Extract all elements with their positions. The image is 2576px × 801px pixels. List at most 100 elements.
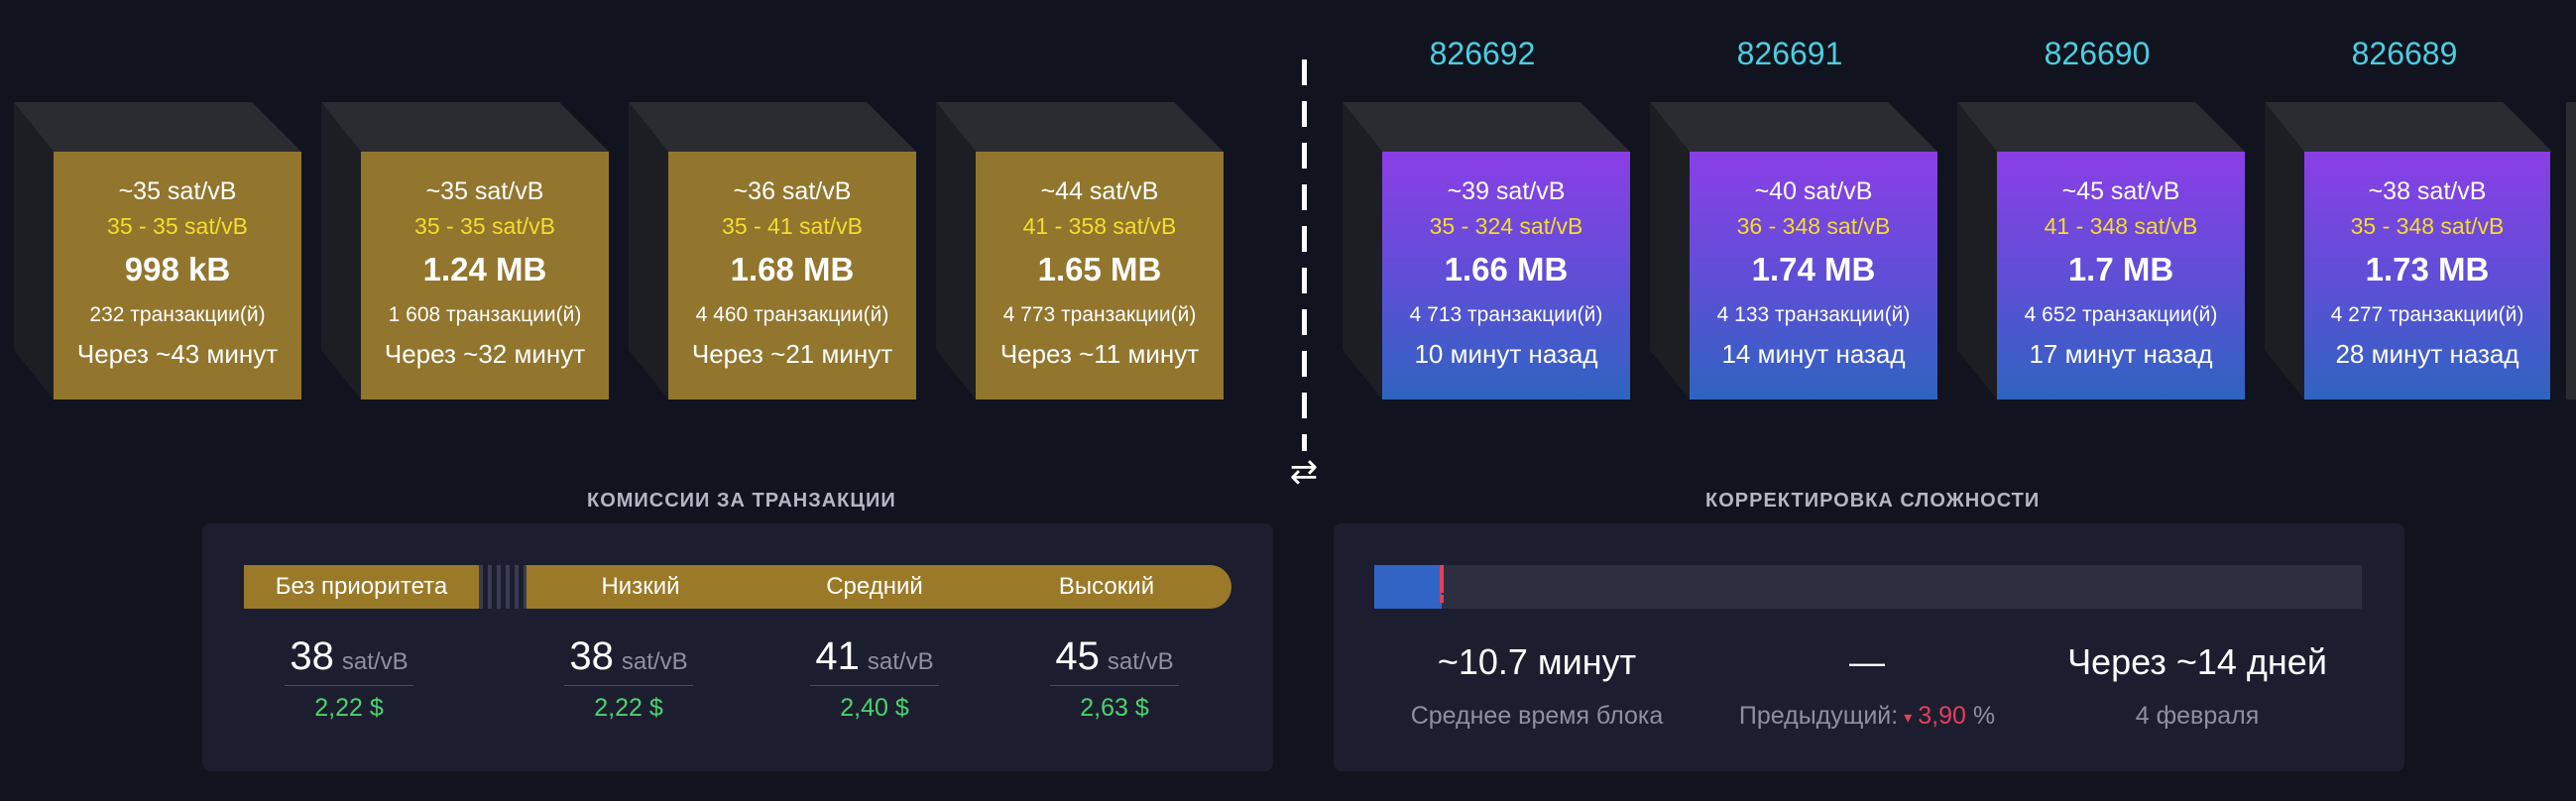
block-size: 1.68 MB bbox=[730, 251, 855, 287]
fee-label-low: Низкий bbox=[601, 573, 680, 600]
block-tx-count: 4 713 транзакции(й) bbox=[1409, 303, 1603, 326]
mined-block[interactable]: ~40 sat/vB 36 - 348 sat/vB 1.74 MB 4 133… bbox=[1650, 102, 1937, 400]
block-side-face bbox=[2265, 102, 2304, 400]
block-top-face bbox=[1957, 102, 2245, 152]
block-median-fee: ~44 sat/vB bbox=[1040, 177, 1159, 205]
block-tx-count: 1 608 транзакции(й) bbox=[388, 303, 582, 326]
fee-rate-value: 41 bbox=[815, 634, 860, 678]
previous-change-value: 3,90 bbox=[1918, 702, 1966, 730]
avg-block-time-stat: ~10.7 минут Среднее время блока bbox=[1378, 634, 1696, 731]
mined-block[interactable]: ~45 sat/vB 41 - 348 sat/vB 1.7 MB 4 652 … bbox=[1957, 102, 2245, 400]
block-median-fee: ~36 sat/vB bbox=[733, 177, 852, 205]
caret-down-icon: ▾ bbox=[1904, 707, 1913, 727]
block-fee-range: 35 - 324 sat/vB bbox=[1429, 213, 1583, 239]
block-front-face: ~38 sat/vB 35 - 348 sat/vB 1.73 MB 4 277… bbox=[2304, 152, 2550, 400]
fee-rate: 38 sat/vB bbox=[285, 634, 413, 686]
mempool-block[interactable]: ~36 sat/vB 35 - 41 sat/vB 1.68 MB 4 460 … bbox=[629, 102, 916, 400]
block-top-face bbox=[14, 102, 301, 152]
swap-arrows-icon[interactable]: ⇄ bbox=[1287, 454, 1321, 490]
block-fee-range: 35 - 35 sat/vB bbox=[414, 213, 555, 239]
block-height-link[interactable]: 826692 bbox=[1358, 36, 1606, 72]
previous-change: Предыдущий: ▾ 3,90 % bbox=[1708, 702, 2026, 731]
block-side-face bbox=[936, 102, 976, 400]
block-side-face bbox=[1343, 102, 1382, 400]
block-side-face bbox=[321, 102, 361, 400]
block-front-face: ~40 sat/vB 36 - 348 sat/vB 1.74 MB 4 133… bbox=[1690, 152, 1937, 400]
mempool-blockchain-divider bbox=[1302, 59, 1307, 451]
block-eta: Через ~21 минут bbox=[691, 339, 893, 369]
mempool-block[interactable]: ~44 sat/vB 41 - 358 sat/vB 1.65 MB 4 773… bbox=[936, 102, 1224, 400]
block-fee-range: 35 - 41 sat/vB bbox=[722, 213, 863, 239]
block-size: 1.74 MB bbox=[1751, 251, 1876, 287]
previous-change-label: Предыдущий: bbox=[1738, 702, 1899, 730]
difficulty-progress-bar bbox=[1374, 565, 2362, 609]
fee-usd: 2,22 $ bbox=[314, 694, 384, 722]
block-top-face bbox=[629, 102, 916, 152]
block-tx-count: 4 133 транзакции(й) bbox=[1716, 303, 1911, 326]
fee-rate-value: 45 bbox=[1055, 634, 1100, 678]
block-fee-range: 35 - 348 sat/vB bbox=[2350, 213, 2505, 239]
block-height-link[interactable]: 826689 bbox=[2281, 36, 2528, 72]
fee-rate-unit: sat/vB bbox=[341, 648, 409, 675]
difficulty-change-value: — bbox=[1849, 641, 1885, 682]
block-fee-range: 35 - 35 sat/vB bbox=[107, 213, 248, 239]
avg-block-time-value: ~10.7 минут bbox=[1437, 641, 1637, 682]
fee-rate: 38 sat/vB bbox=[564, 634, 693, 686]
block-top-face bbox=[936, 102, 1224, 152]
fee-estimate-low: 38 sat/vB 2,22 $ bbox=[529, 634, 728, 723]
fees-section-title: КОМИССИИ ЗА ТРАНЗАКЦИИ bbox=[587, 490, 896, 512]
block-side-face bbox=[14, 102, 54, 400]
fee-rate-unit: sat/vB bbox=[867, 648, 934, 675]
fee-label-medium: Средний bbox=[826, 573, 923, 600]
block-tx-count: 4 773 транзакции(й) bbox=[1002, 303, 1197, 326]
block-size: 1.7 MB bbox=[2067, 251, 2174, 287]
next-adjustment-stat: Через ~14 дней 4 февраля bbox=[2039, 634, 2356, 731]
fee-usd: 2,63 $ bbox=[1080, 694, 1149, 722]
difficulty-expected-marker bbox=[1439, 565, 1444, 593]
fee-estimate-no-priority: 38 sat/vB 2,22 $ bbox=[250, 634, 448, 723]
block-tx-count: 232 транзакции(й) bbox=[89, 303, 266, 326]
mempool-block[interactable]: ~35 sat/vB 35 - 35 sat/vB 998 kB 232 тра… bbox=[14, 102, 301, 400]
block-front-face: ~35 sat/vB 35 - 35 sat/vB 998 kB 232 тра… bbox=[54, 152, 301, 400]
mined-block[interactable]: ~39 sat/vB 35 - 324 sat/vB 1.66 MB 4 713… bbox=[1343, 102, 1630, 400]
fee-rate: 41 sat/vB bbox=[810, 634, 939, 686]
fee-segment-no-priority: Без приоритета bbox=[244, 565, 479, 609]
block-median-fee: ~45 sat/vB bbox=[2061, 177, 2180, 205]
block-height-link[interactable]: 826691 bbox=[1666, 36, 1914, 72]
block-height-link[interactable]: 826690 bbox=[1973, 36, 2221, 72]
block-front-face: ~39 sat/vB 35 - 324 sat/vB 1.66 MB 4 713… bbox=[1382, 152, 1630, 400]
fee-rate-value: 38 bbox=[569, 634, 614, 678]
block-top-face bbox=[2265, 102, 2552, 152]
fee-rate-unit: sat/vB bbox=[621, 648, 688, 675]
block-eta: Через ~43 минут bbox=[76, 339, 279, 369]
difficulty-change-stat: — Предыдущий: ▾ 3,90 % bbox=[1708, 634, 2026, 731]
fee-usd: 2,22 $ bbox=[594, 694, 663, 722]
block-median-fee: ~35 sat/vB bbox=[425, 177, 544, 205]
block-size: 1.73 MB bbox=[2365, 251, 2490, 287]
fee-priority-bar: Без приоритета Низкий Средний Высокий bbox=[244, 565, 1231, 609]
next-block-edge bbox=[2566, 102, 2576, 400]
fee-rate: 45 sat/vB bbox=[1050, 634, 1179, 686]
difficulty-progress-fill bbox=[1374, 565, 1442, 609]
fee-rate-unit: sat/vB bbox=[1107, 648, 1174, 675]
block-fee-range: 41 - 348 sat/vB bbox=[2044, 213, 2198, 239]
block-top-face bbox=[1650, 102, 1937, 152]
block-side-face bbox=[629, 102, 668, 400]
block-front-face: ~35 sat/vB 35 - 35 sat/vB 1.24 MB 1 608 … bbox=[361, 152, 609, 400]
block-size: 998 kB bbox=[124, 251, 231, 287]
difficulty-section-title: КОРРЕКТИРОВКА СЛОЖНОСТИ bbox=[1705, 490, 2041, 512]
block-tx-count: 4 652 транзакции(й) bbox=[2024, 303, 2218, 326]
block-size: 1.65 MB bbox=[1037, 251, 1162, 287]
fee-label-high: Высокий bbox=[1058, 573, 1155, 600]
next-adjustment-date: 4 февраля bbox=[2135, 702, 2260, 730]
block-size: 1.66 MB bbox=[1444, 251, 1569, 287]
block-median-fee: ~35 sat/vB bbox=[118, 177, 237, 205]
mempool-block[interactable]: ~35 sat/vB 35 - 35 sat/vB 1.24 MB 1 608 … bbox=[321, 102, 609, 400]
block-median-fee: ~38 sat/vB bbox=[2368, 177, 2487, 205]
block-median-fee: ~40 sat/vB bbox=[1754, 177, 1873, 205]
block-fee-range: 41 - 358 sat/vB bbox=[1022, 213, 1177, 239]
fee-label-no-priority: Без приоритета bbox=[275, 573, 448, 600]
next-adjustment-eta: Через ~14 дней bbox=[2067, 641, 2327, 682]
mined-block[interactable]: ~38 sat/vB 35 - 348 sat/vB 1.73 MB 4 277… bbox=[2265, 102, 2552, 400]
fee-segment-gap bbox=[479, 565, 527, 609]
